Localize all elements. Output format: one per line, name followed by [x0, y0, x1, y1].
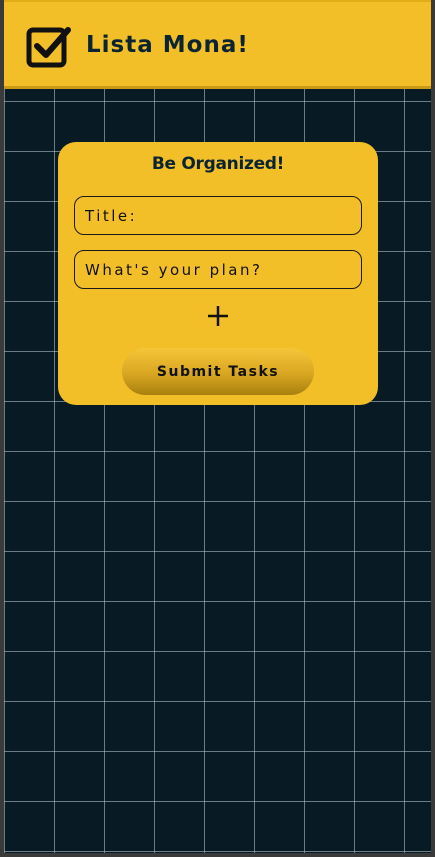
app-title: Lista Mona!: [86, 32, 249, 58]
plan-input[interactable]: [74, 250, 362, 289]
checkbox-checked-icon: [26, 27, 71, 68]
app-window: Lista Mona! Be Organized! Submit Tasks: [4, 0, 431, 853]
app-header: Lista Mona!: [4, 0, 431, 89]
form-heading: Be Organized!: [151, 154, 285, 174]
submit-tasks-button[interactable]: Submit Tasks: [122, 348, 314, 395]
plus-icon[interactable]: [205, 303, 231, 329]
title-input[interactable]: [74, 196, 362, 235]
task-form-card: Be Organized! Submit Tasks: [58, 142, 378, 405]
